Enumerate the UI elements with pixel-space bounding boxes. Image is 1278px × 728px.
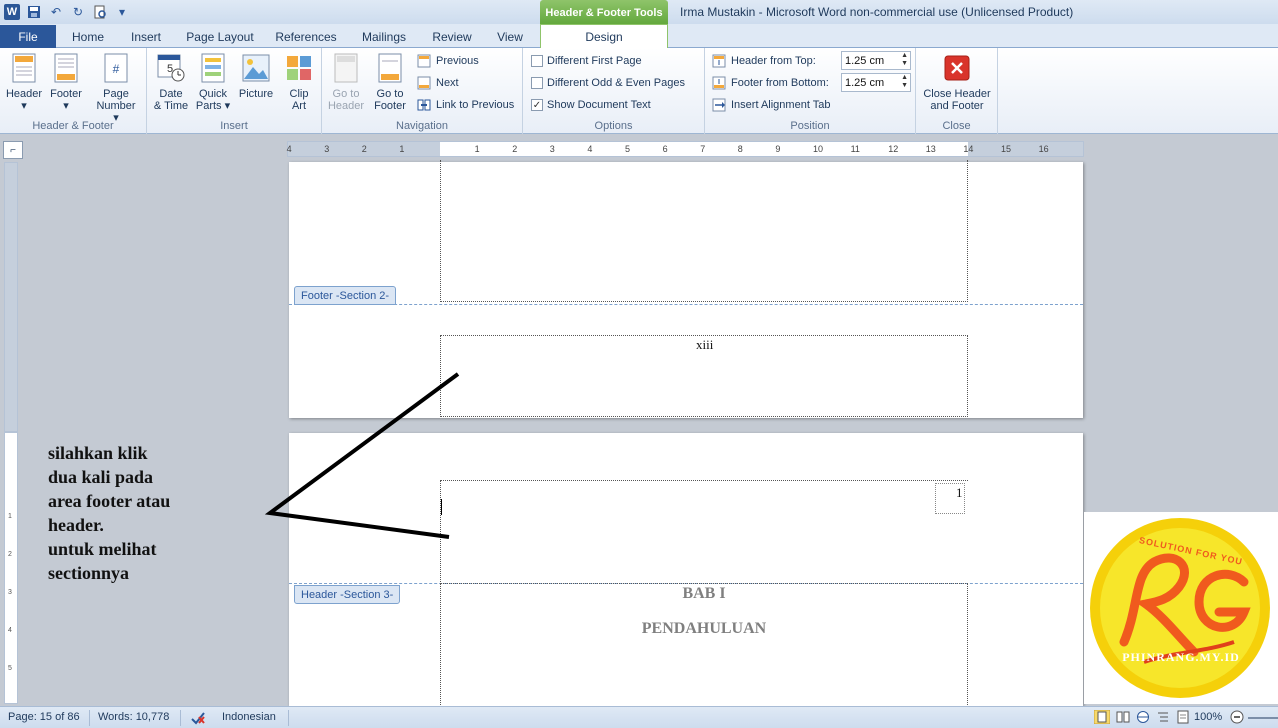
outline-view-icon[interactable] bbox=[1156, 710, 1170, 727]
logo-domain: PHINRANG.MY.ID bbox=[1122, 650, 1240, 664]
language-status[interactable]: Indonesian bbox=[222, 711, 276, 723]
zoom-out-icon[interactable] bbox=[1230, 710, 1244, 727]
proofing-icon[interactable] bbox=[190, 711, 206, 728]
status-bar: Page: 15 of 86 Words: 10,778 Indonesian … bbox=[0, 706, 1278, 728]
phinrang-logo-icon bbox=[1090, 518, 1270, 698]
page-count-status[interactable]: Page: 15 of 86 bbox=[8, 711, 80, 723]
web-layout-icon[interactable] bbox=[1136, 710, 1150, 727]
word-count-status[interactable]: Words: 10,778 bbox=[98, 711, 169, 723]
zoom-slider[interactable] bbox=[1248, 717, 1278, 719]
full-screen-reading-icon[interactable] bbox=[1116, 710, 1130, 727]
draft-view-icon[interactable] bbox=[1176, 710, 1190, 727]
zoom-level[interactable]: 100% bbox=[1194, 711, 1222, 723]
site-logo: SOLUTION FOR YOU PHINRANG.MY.ID bbox=[1084, 512, 1278, 704]
print-layout-view-icon[interactable] bbox=[1093, 709, 1111, 727]
